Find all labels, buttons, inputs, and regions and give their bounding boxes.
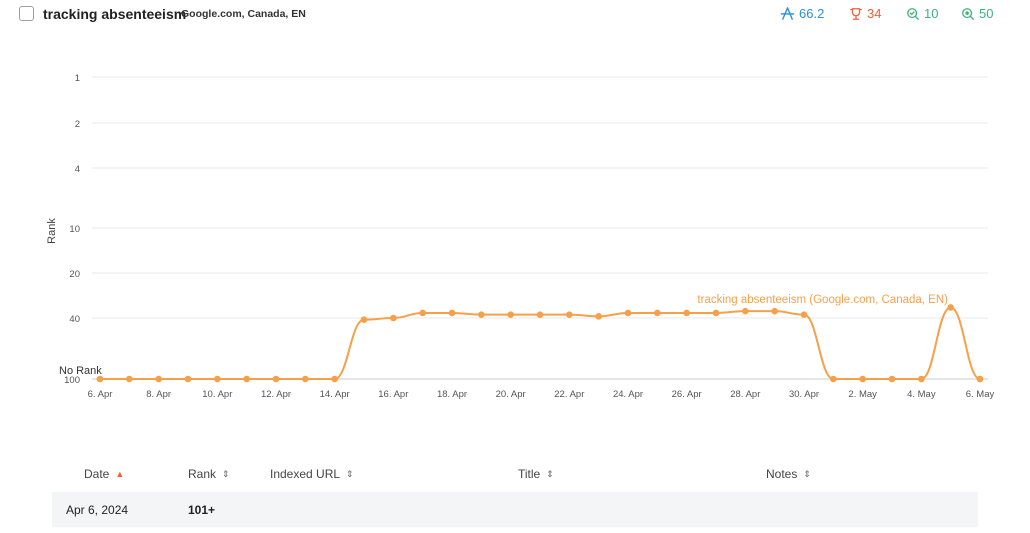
search-target-metric: 50 <box>961 6 993 21</box>
data-point <box>331 375 338 383</box>
column-header-notes[interactable]: Notes ⇕ <box>766 467 811 481</box>
no-rank-label: No Rank <box>59 365 102 377</box>
column-header-date[interactable]: Date ▲ <box>84 467 124 481</box>
trophy-icon <box>850 7 862 20</box>
column-label: Date <box>84 467 110 481</box>
x-tick-label: 8. Apr <box>146 389 171 400</box>
data-point <box>947 304 954 311</box>
visibility-value: 66.2 <box>799 6 825 21</box>
sort-icon: ⇕ <box>346 468 354 479</box>
column-label: Title <box>518 467 541 481</box>
cell-rank: 101+ <box>188 503 216 517</box>
data-point <box>507 311 514 318</box>
data-point <box>830 375 837 383</box>
y-tick-label: 20 <box>69 269 80 280</box>
data-point <box>888 375 896 383</box>
data-point <box>243 375 250 383</box>
data-point <box>624 309 632 317</box>
rank-chart: 124102040100No RankRank6. Apr 8. Apr 10. A… <box>46 73 995 400</box>
data-point <box>214 375 221 383</box>
data-point <box>96 375 104 383</box>
data-point <box>654 309 661 317</box>
data-point <box>536 311 544 318</box>
column-header-rank[interactable]: Rank ⇕ <box>188 467 230 481</box>
x-tick-label: 22. Apr <box>554 389 584 400</box>
keyword-title: tracking absenteeism <box>43 6 187 22</box>
x-tick-label: 12. Apr <box>261 389 291 400</box>
table-row[interactable]: Apr 6, 2024 101+ <box>52 492 978 527</box>
table-header: Date ▲ Rank ⇕ Indexed URL ⇕ Title ⇕ Note… <box>52 462 978 486</box>
search-check-icon <box>907 7 919 20</box>
x-tick-label: 6. May <box>966 389 995 400</box>
column-label: Notes <box>766 467 798 481</box>
best-rank-metric: 34 <box>849 6 881 21</box>
search-target-value: 50 <box>979 6 994 21</box>
keyword-checkbox[interactable] <box>19 6 34 21</box>
x-tick-label: 10. Apr <box>202 389 232 400</box>
search-volume-value: 10 <box>924 6 939 21</box>
x-tick-label: 4. May <box>907 389 936 400</box>
data-point <box>184 375 192 383</box>
x-tick-label: 28. Apr <box>730 389 760 400</box>
data-point <box>390 314 397 322</box>
data-point <box>566 311 573 318</box>
x-tick-label: 24. Apr <box>613 389 643 400</box>
x-tick-label: 30. Apr <box>789 389 819 400</box>
series-label: tracking absenteeism (Google.com, Canada… <box>697 294 948 306</box>
data-point <box>360 316 368 323</box>
data-point <box>859 375 866 383</box>
data-point <box>800 311 808 318</box>
data-point <box>126 375 133 383</box>
data-point <box>976 375 984 383</box>
x-tick-label: 6. Apr <box>88 389 113 400</box>
sort-icon: ⇕ <box>803 468 811 479</box>
column-label: Rank <box>188 467 217 481</box>
cell-date: Apr 6, 2024 <box>66 503 129 517</box>
data-point <box>478 311 485 318</box>
x-tick-label: 18. Apr <box>437 389 467 400</box>
data-point <box>272 375 280 383</box>
keyword-header: tracking absenteeism Google.com, Canada,… <box>0 0 1030 30</box>
sort-icon: ⇕ <box>546 468 554 479</box>
sort-asc-icon: ▲ <box>115 469 125 479</box>
data-point <box>918 375 925 383</box>
data-point <box>155 375 162 383</box>
best-rank-value: 34 <box>867 6 882 21</box>
data-point <box>302 375 309 383</box>
sort-icon: ⇕ <box>222 468 230 479</box>
x-tick-label: 26. Apr <box>672 389 702 400</box>
data-point <box>683 309 690 317</box>
data-point <box>595 313 602 320</box>
data-point <box>742 307 749 315</box>
x-tick-label: 2. May <box>848 389 877 400</box>
column-label: Indexed URL <box>270 467 341 481</box>
visibility-metric: 66.2 <box>780 6 824 21</box>
search-target-icon <box>962 7 974 20</box>
y-tick-label: 4 <box>75 164 80 175</box>
y-tick-label: 40 <box>69 314 80 325</box>
y-tick-label: 10 <box>69 224 80 235</box>
x-tick-label: 20. Apr <box>496 389 526 400</box>
data-point <box>448 309 456 317</box>
data-point <box>712 309 720 317</box>
column-header-indexed-url[interactable]: Indexed URL ⇕ <box>270 467 354 481</box>
keyword-location: Google.com, Canada, EN <box>181 8 306 20</box>
x-tick-label: 14. Apr <box>320 389 350 400</box>
y-tick-label: 2 <box>75 119 80 130</box>
data-point <box>771 307 778 315</box>
column-header-title[interactable]: Title ⇕ <box>518 467 554 481</box>
visibility-icon <box>780 7 795 20</box>
x-tick-label: 16. Apr <box>378 389 408 400</box>
data-point <box>419 309 426 317</box>
y-axis-title: Rank <box>46 218 58 244</box>
search-volume-metric: 10 <box>906 6 938 21</box>
y-tick-label: 1 <box>75 73 80 84</box>
